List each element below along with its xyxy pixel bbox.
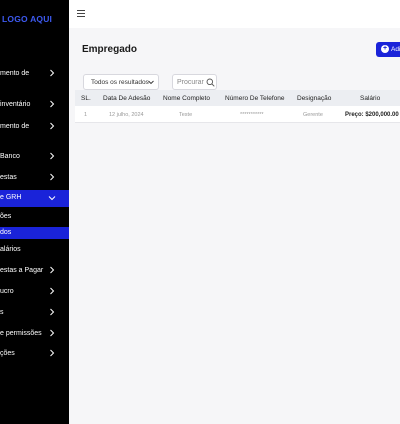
cell-salary: Preço: $200,000.00 <box>345 112 399 118</box>
add-button-label: Adic <box>391 46 400 53</box>
column-header[interactable]: Número De Telefone <box>225 94 285 103</box>
sidebar-item-banco[interactable]: Banco <box>0 152 69 172</box>
sidebar-item-label: estas <box>0 174 17 181</box>
column-header[interactable]: Data De Adesão <box>103 94 150 103</box>
sidebar-subitem-label: dos <box>0 229 12 236</box>
column-header[interactable]: Nome Completo <box>163 94 210 103</box>
sidebar-subitem-salarios[interactable]: alários <box>0 244 69 256</box>
sidebar-subitem-empregados[interactable]: dos <box>0 227 69 239</box>
plus-circle-icon: + <box>381 45 389 53</box>
sidebar-item-lucro[interactable]: ucro <box>0 287 69 307</box>
main-content: Empregado + Adic Todos os resultados Pro… <box>69 28 400 424</box>
cell-date: 12 julho, 2024 <box>109 112 144 118</box>
sidebar-item-label: mento de <box>0 70 30 77</box>
column-header[interactable]: Designação <box>297 94 331 103</box>
sidebar-item-grh[interactable]: e GRH <box>0 190 69 207</box>
chevron-right-icon <box>47 99 57 109</box>
sidebar-item-configuracoes[interactable]: ções <box>0 349 69 369</box>
chevron-right-icon <box>47 172 57 182</box>
add-employee-button[interactable]: + Adic <box>376 42 400 57</box>
sidebar-subitem-label: ões <box>0 213 12 220</box>
sidebar-item-contas-a-pagar[interactable]: estas a Pagar <box>0 266 69 286</box>
logo: LOGO AQUI <box>2 14 53 24</box>
table-header: SL. Data De Adesão Nome Completo Número … <box>75 90 400 106</box>
search-icon <box>206 78 215 87</box>
sidebar: LOGO AQUI mento de inventário mento de B… <box>0 0 69 424</box>
sidebar-item-permissoes[interactable]: e permissões <box>0 329 69 349</box>
chevron-right-icon <box>47 68 57 78</box>
sidebar-subitem-designacoes[interactable]: ões <box>0 211 69 223</box>
topbar <box>69 0 400 28</box>
sidebar-item-label: ções <box>0 350 15 357</box>
chevron-down-icon <box>47 193 57 203</box>
sidebar-item-s[interactable]: s <box>0 308 69 328</box>
sidebar-subitem-label: alários <box>0 246 21 253</box>
sidebar-item-label: ucro <box>0 288 14 295</box>
filter-value: Todos os resultados <box>91 79 149 86</box>
column-header[interactable]: Salário <box>360 94 380 103</box>
sidebar-item-label: Banco <box>0 153 20 160</box>
chevron-right-icon <box>47 121 57 131</box>
cell-sl: 1 <box>84 112 88 118</box>
chevron-down-icon <box>147 78 155 86</box>
sidebar-item-label: e permissões <box>0 330 42 337</box>
column-header[interactable]: SL. <box>81 94 91 103</box>
cell-name: Teste <box>179 112 193 118</box>
sidebar-item-gerenciamento-2[interactable]: mento de <box>0 122 69 142</box>
chevron-right-icon <box>47 265 57 275</box>
table-row[interactable]: 1 12 julho, 2024 Teste *********** Geren… <box>75 106 400 123</box>
sidebar-item-gerenciamento[interactable]: mento de <box>0 69 69 89</box>
sidebar-item-inventario[interactable]: inventário <box>0 100 69 120</box>
page-title: Empregado <box>82 44 138 55</box>
cell-designation: Gerente <box>303 112 323 118</box>
hamburger-icon[interactable] <box>77 10 85 17</box>
sidebar-item-label: inventário <box>0 101 31 108</box>
sidebar-item-label: s <box>0 309 4 316</box>
chevron-right-icon <box>47 307 57 317</box>
cell-phone: *********** <box>240 112 264 118</box>
chevron-right-icon <box>47 348 57 358</box>
search-input[interactable]: Procurar <box>172 74 217 90</box>
results-filter-select[interactable]: Todos os resultados <box>83 74 159 90</box>
sidebar-item-label: e GRH <box>0 194 22 201</box>
sidebar-item-label: mento de <box>0 123 30 130</box>
chevron-right-icon <box>47 151 57 161</box>
search-placeholder: Procurar <box>177 79 204 86</box>
chevron-right-icon <box>47 328 57 338</box>
sidebar-item-label: estas a Pagar <box>0 267 44 274</box>
chevron-right-icon <box>47 286 57 296</box>
